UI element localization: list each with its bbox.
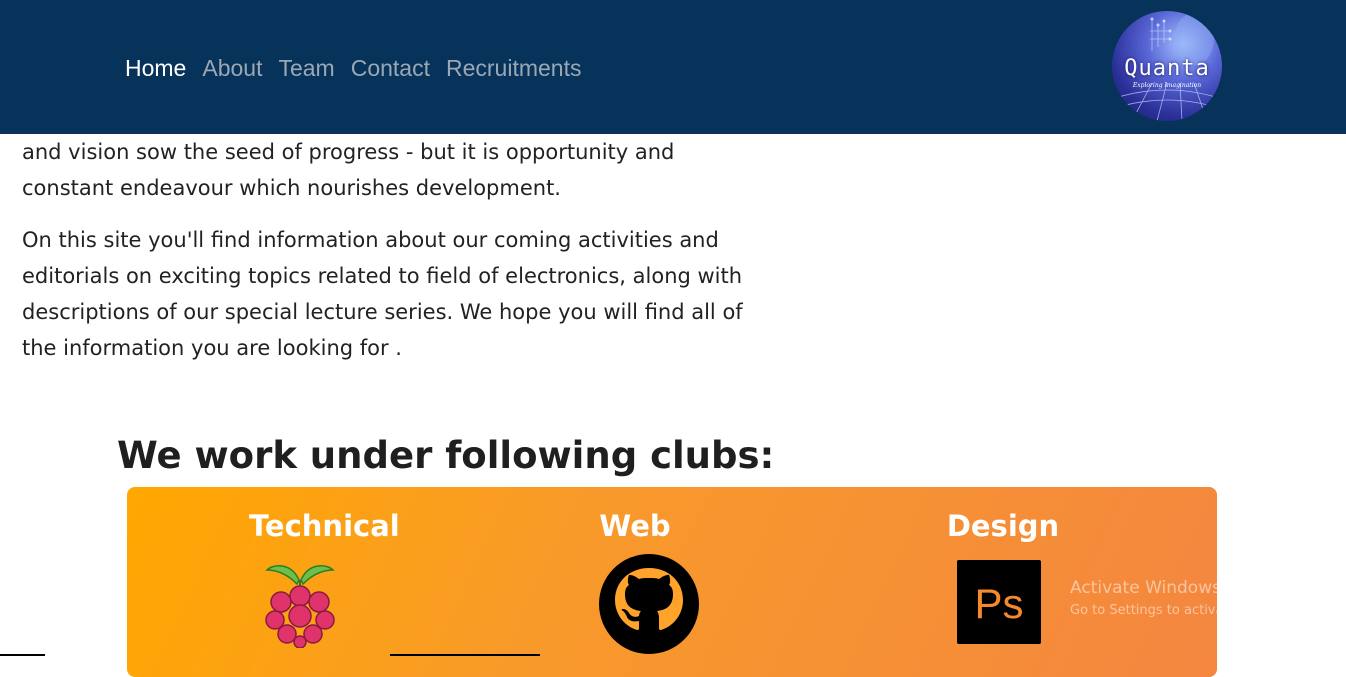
activate-windows-watermark-subtitle: Go to Settings to activate Windows.	[1070, 603, 1303, 618]
svg-text:Ps: Ps	[974, 580, 1023, 627]
club-design[interactable]: Design	[943, 487, 1063, 543]
intro-section: and vision sow the seed of progress - bu…	[22, 134, 757, 382]
activate-windows-watermark-title: Activate Windows	[1070, 578, 1221, 598]
club-title: Web	[599, 509, 671, 543]
raspberry-pi-icon	[265, 565, 335, 648]
nav-recruitments-link[interactable]: Recruitments	[446, 53, 581, 83]
quanta-logo[interactable]: Quanta Exploring Imagination	[1112, 11, 1222, 121]
club-web[interactable]: Web	[587, 487, 683, 543]
nav-home-link[interactable]: Home	[125, 53, 186, 83]
clubs-panel: Technical Web Design Ps	[127, 487, 1217, 677]
bottom-strip	[0, 654, 540, 656]
clubs-heading: We work under following clubs:	[117, 434, 775, 477]
club-title: Design	[946, 509, 1060, 543]
photoshop-icon: Ps	[957, 560, 1041, 644]
intro-paragraph-1: and vision sow the seed of progress - bu…	[22, 140, 675, 200]
nav-contact-link[interactable]: Contact	[351, 53, 430, 83]
club-technical[interactable]: Technical	[249, 487, 400, 543]
nav-team-link[interactable]: Team	[278, 53, 334, 83]
nav-about-link[interactable]: About	[202, 53, 262, 83]
logo-text: Quanta	[1124, 56, 1210, 81]
nav-links: Home About Team Contact Recruitments	[125, 53, 581, 83]
club-title: Technical	[249, 509, 400, 543]
logo-tagline: Exploring Imagination	[1132, 82, 1202, 89]
top-navbar: Home About Team Contact Recruitments Qua…	[0, 0, 1346, 134]
github-icon	[599, 554, 699, 654]
intro-paragraph-2: On this site you'll find information abo…	[22, 228, 743, 360]
